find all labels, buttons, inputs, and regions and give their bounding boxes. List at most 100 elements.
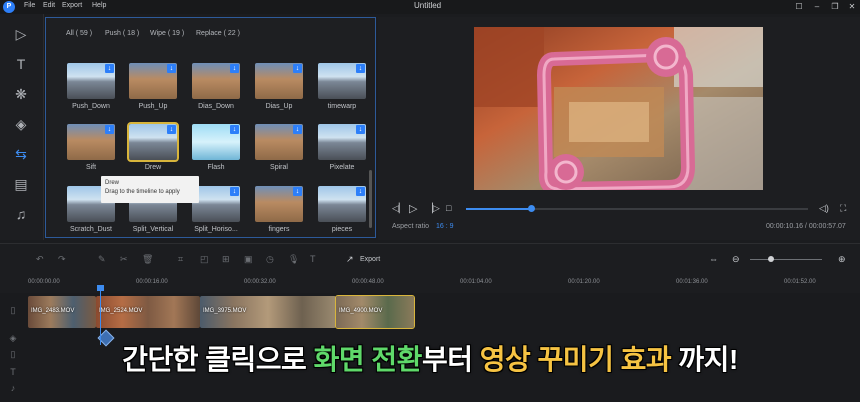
transition-tile[interactable]: ↓ Flash xyxy=(192,124,240,171)
download-icon[interactable]: ↓ xyxy=(230,187,239,196)
export-button[interactable]: Export xyxy=(360,256,380,263)
overlay-icon[interactable]: ◈ xyxy=(10,114,32,134)
menu-file[interactable]: File xyxy=(24,2,35,9)
timeline-clip[interactable]: IMG_2524.MOV xyxy=(96,296,200,328)
caption-highlight-yellow: 영상 꾸미기 효과 xyxy=(479,344,672,375)
minimize-icon[interactable]: – xyxy=(808,0,826,14)
tab-all[interactable]: All ( 59 ) xyxy=(66,30,92,37)
left-sidebar: ▷ T ❋ ◈ ⇆ ▤ ♫ xyxy=(0,14,44,240)
audio-track-icon: ♪ xyxy=(10,383,16,393)
transition-tile[interactable]: ↓ Dias_Up xyxy=(255,63,303,110)
playhead-cap[interactable] xyxy=(97,285,104,291)
download-icon[interactable]: ↓ xyxy=(230,125,239,134)
transition-label: Spiral xyxy=(270,164,288,171)
filter-icon[interactable]: ❋ xyxy=(10,84,32,104)
transition-tile[interactable]: ↓ pieces xyxy=(318,186,366,233)
download-icon[interactable]: ↓ xyxy=(230,64,239,73)
account-icon[interactable]: ☐ xyxy=(790,0,808,14)
export-icon[interactable]: ↗ xyxy=(346,254,354,265)
download-icon[interactable]: ↓ xyxy=(105,64,114,73)
transition-tile[interactable]: ↓ Push_Up xyxy=(129,63,177,110)
download-icon[interactable]: ↓ xyxy=(356,187,365,196)
download-icon[interactable]: ↓ xyxy=(293,125,302,134)
transition-tile[interactable]: ↓ timewarp xyxy=(318,63,366,110)
aspect-value[interactable]: 16 : 9 xyxy=(436,223,454,230)
timeline-clip[interactable]: IMG_3975.MOV xyxy=(200,296,336,328)
caption-part: 부터 xyxy=(421,344,480,375)
element-icon[interactable]: ▤ xyxy=(10,174,32,194)
download-icon[interactable]: ↓ xyxy=(167,64,176,73)
media-icon[interactable]: ▷ xyxy=(10,24,32,44)
mosaic-icon[interactable]: ▣ xyxy=(244,254,253,265)
time-ruler[interactable]: 00:00:00.00 00:00:16.00 00:00:32.00 00:0… xyxy=(0,273,860,293)
transition-label: Dias_Down xyxy=(198,103,234,110)
zoom-slider[interactable] xyxy=(750,259,822,260)
ruler-tick: 00:00:32.00 xyxy=(244,279,276,285)
library-scrollbar[interactable] xyxy=(369,170,372,228)
download-icon[interactable]: ↓ xyxy=(293,64,302,73)
menu-export[interactable]: Export xyxy=(62,2,82,9)
timeline-clip[interactable]: IMG_2483.MOV xyxy=(28,296,96,328)
clip-name: IMG_4900.MOV xyxy=(339,308,383,314)
download-icon[interactable]: ↓ xyxy=(356,125,365,134)
zoom-knob[interactable] xyxy=(768,256,774,262)
transition-tile[interactable]: ↓ Spiral xyxy=(255,124,303,171)
menu-help[interactable]: Help xyxy=(92,2,106,9)
fullscreen-icon[interactable]: ⛶ xyxy=(840,203,846,214)
music-icon[interactable]: ♫ xyxy=(10,204,32,224)
download-icon[interactable]: ↓ xyxy=(167,125,176,134)
edit-icon[interactable]: ✎ xyxy=(98,254,106,265)
undo-icon[interactable]: ↶ xyxy=(36,254,44,265)
next-frame-button[interactable]: ▕▷ xyxy=(426,203,440,214)
progress-knob[interactable] xyxy=(527,205,535,212)
play-button[interactable]: ▷ xyxy=(409,202,417,215)
playback-progress[interactable] xyxy=(466,205,808,212)
volume-icon[interactable]: ◁) xyxy=(819,203,829,214)
transition-tile[interactable]: ↓ Sift xyxy=(67,124,115,171)
split-icon[interactable]: ✂ xyxy=(120,254,128,265)
tooltip-title: Drew xyxy=(105,180,120,186)
download-icon[interactable]: ↓ xyxy=(293,187,302,196)
aspect-label: Aspect ratio xyxy=(392,223,429,230)
transition-label: fingers xyxy=(268,226,290,233)
zoom-in-icon[interactable]: ⊕ xyxy=(838,254,846,265)
transition-tile[interactable]: ↓ Push_Down xyxy=(67,63,115,110)
duration-icon[interactable]: ◷ xyxy=(266,254,274,265)
menu-edit[interactable]: Edit xyxy=(43,2,55,9)
transition-tile[interactable]: ↓ Split_Horiso... xyxy=(192,186,240,233)
transition-label: Drew xyxy=(144,164,162,171)
fit-icon[interactable]: ⇔ xyxy=(709,254,718,264)
freeze-icon[interactable]: ◰ xyxy=(200,254,209,265)
tab-wipe[interactable]: Wipe ( 19 ) xyxy=(150,30,184,37)
playhead[interactable] xyxy=(97,285,104,345)
tab-push[interactable]: Push ( 18 ) xyxy=(105,30,139,37)
tab-replace[interactable]: Replace ( 22 ) xyxy=(196,30,240,37)
transition-tooltip: Drew Drag to the timeline to apply xyxy=(101,176,199,203)
transition-tile[interactable]: ↓ Dias_Down xyxy=(192,63,240,110)
transition-library: All ( 59 ) Push ( 18 ) Wipe ( 19 ) Repla… xyxy=(45,17,376,238)
redo-icon[interactable]: ↷ xyxy=(58,254,66,265)
speed-icon[interactable]: ⊞ xyxy=(222,254,230,265)
stop-button[interactable]: □ xyxy=(446,203,451,213)
delete-icon[interactable]: 🗑 xyxy=(142,254,153,265)
ruler-tick: 00:01:04.00 xyxy=(460,279,492,285)
text-icon[interactable]: T xyxy=(10,54,32,74)
record-icon[interactable]: 🎙 xyxy=(288,254,299,265)
transition-tile[interactable]: ↓ fingers xyxy=(255,186,303,233)
text-to-speech-icon[interactable]: T xyxy=(310,254,316,264)
timeline-clip[interactable]: IMG_4900.MOV xyxy=(335,295,415,329)
zoom-out-icon[interactable]: ⊖ xyxy=(732,254,740,265)
ruler-tick: 00:01:20.00 xyxy=(568,279,600,285)
crop-icon[interactable]: ⌗ xyxy=(178,254,183,265)
transition-tile[interactable]: ↓ Drew xyxy=(127,122,179,171)
restore-icon[interactable]: ❐ xyxy=(826,0,844,14)
ruler-tick: 00:00:00.00 xyxy=(28,279,60,285)
close-icon[interactable]: ✕ xyxy=(843,0,860,14)
time-current: 00:00:10.16 xyxy=(766,223,803,230)
download-icon[interactable]: ↓ xyxy=(105,125,114,134)
video-track-icon: ▯ xyxy=(10,305,16,315)
transition-tile[interactable]: ↓ Pixelate xyxy=(318,124,366,171)
download-icon[interactable]: ↓ xyxy=(356,64,365,73)
transition-icon[interactable]: ⇆ xyxy=(10,144,32,164)
prev-frame-button[interactable]: ◁▏ xyxy=(392,203,406,214)
